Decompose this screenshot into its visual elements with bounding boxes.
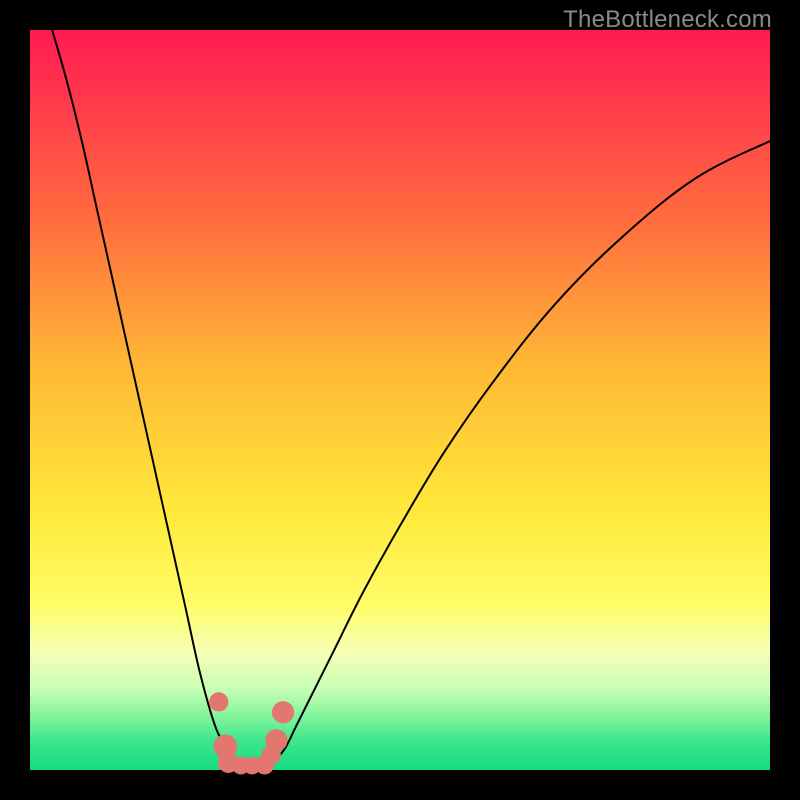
data-marker <box>272 701 294 723</box>
data-marker <box>265 729 287 751</box>
chart-frame: TheBottleneck.com <box>0 0 800 800</box>
curve-right-curve <box>267 141 770 766</box>
data-marker <box>209 692 228 711</box>
bottleneck-plot <box>30 30 770 770</box>
curve-left-curve <box>52 30 237 766</box>
plot-curves <box>52 30 770 766</box>
plot-markers <box>209 692 294 774</box>
